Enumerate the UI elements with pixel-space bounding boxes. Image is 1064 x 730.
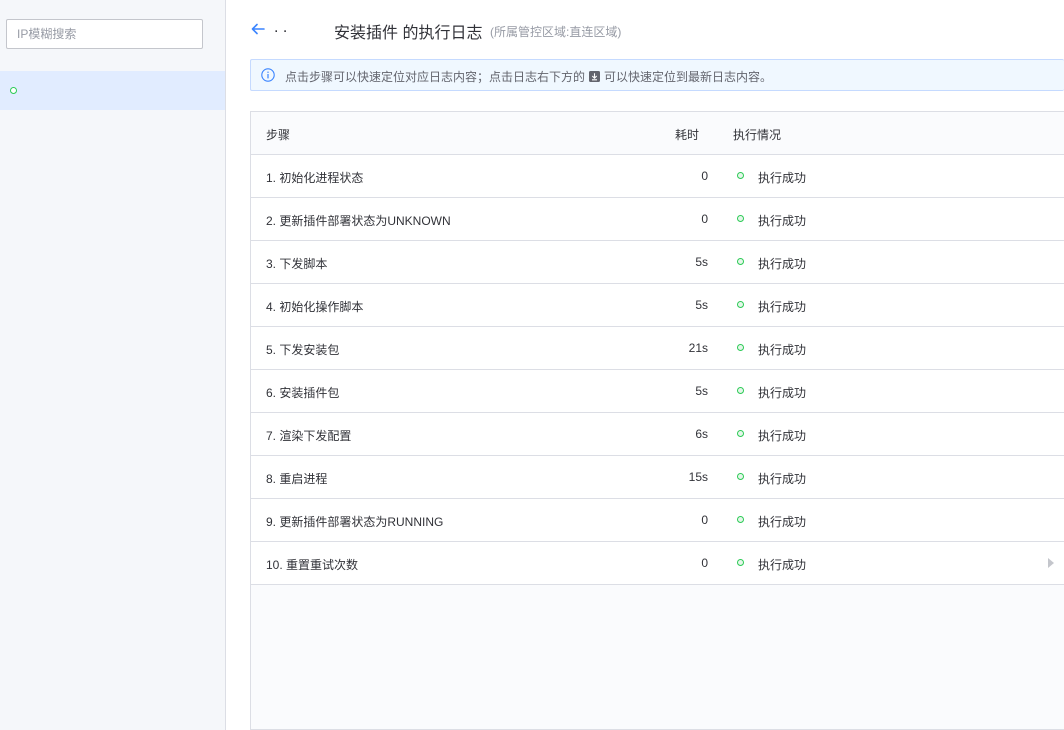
column-header-time: 耗时 (675, 128, 700, 142)
steps-table: 步骤 耗时 执行情况 1. 初始化进程状态 0 执行成功 2. 更新插件部署状态… (250, 111, 1064, 730)
step-cell: 8. 重启进程 (266, 472, 328, 486)
status-cell: 执行成功 (758, 472, 807, 486)
success-status-icon (737, 301, 744, 308)
time-cell: 5s (695, 255, 708, 269)
column-header-step: 步骤 (266, 128, 291, 142)
step-cell: 3. 下发脚本 (266, 257, 328, 271)
status-cell: 执行成功 (758, 343, 807, 357)
time-cell: 0 (701, 513, 708, 527)
step-cell: 2. 更新插件部署状态为UNKNOWN (266, 214, 451, 228)
step-cell: 9. 更新插件部署状态为RUNNING (266, 515, 444, 529)
success-status-icon (737, 172, 744, 179)
success-status-icon (737, 258, 744, 265)
status-cell: 执行成功 (758, 558, 807, 572)
column-header-status: 执行情况 (733, 128, 782, 142)
success-status-icon (737, 516, 744, 523)
status-cell: 执行成功 (758, 171, 807, 185)
sidebar-host-item[interactable] (0, 71, 225, 110)
table-row[interactable]: 2. 更新插件部署状态为UNKNOWN 0 执行成功 (251, 198, 1064, 241)
success-status-icon (737, 344, 744, 351)
step-cell: 4. 初始化操作脚本 (266, 300, 364, 314)
info-text: 点击步骤可以快速定位对应日志内容；点击日志右下方的 可以快速定位到最新日志内容。 (285, 68, 772, 85)
back-arrow-icon[interactable] (250, 21, 266, 37)
page-title: 安装插件 的执行日志 (334, 25, 483, 42)
table-row[interactable]: 9. 更新插件部署状态为RUNNING 0 执行成功 (251, 499, 1064, 542)
step-cell: 5. 下发安装包 (266, 343, 340, 357)
ip-search-input[interactable] (6, 19, 203, 49)
expand-arrow-icon[interactable] (1048, 558, 1054, 568)
page-subtitle: (所属管控区域:直连区域) (490, 25, 622, 39)
sidebar (0, 0, 226, 730)
time-cell: 5s (695, 298, 708, 312)
time-cell: 5s (695, 384, 708, 398)
app-window: . . 安装插件 的执行日志 (所属管控区域:直连区域) 点击步骤可以快速定位对… (0, 0, 1064, 730)
table-row[interactable]: 4. 初始化操作脚本 5s 执行成功 (251, 284, 1064, 327)
info-icon (261, 68, 275, 82)
success-status-icon (737, 559, 744, 566)
step-cell: 1. 初始化进程状态 (266, 171, 364, 185)
table-row[interactable]: 10. 重置重试次数 0 执行成功 (251, 542, 1064, 585)
info-text-after: 可以快速定位到最新日志内容。 (604, 70, 773, 84)
host-ip: . . (274, 19, 288, 36)
status-cell: 执行成功 (758, 214, 807, 228)
host-status-dot (10, 87, 17, 94)
success-status-icon (737, 215, 744, 222)
time-cell: 6s (695, 427, 708, 441)
table-row[interactable]: 1. 初始化进程状态 0 执行成功 (251, 155, 1064, 198)
time-cell: 15s (688, 470, 708, 484)
table-body: 1. 初始化进程状态 0 执行成功 2. 更新插件部署状态为UNKNOWN 0 … (251, 155, 1064, 585)
step-cell: 7. 渲染下发配置 (266, 429, 352, 443)
table-row[interactable]: 8. 重启进程 15s 执行成功 (251, 456, 1064, 499)
status-cell: 执行成功 (758, 300, 807, 314)
table-row[interactable]: 6. 安装插件包 5s 执行成功 (251, 370, 1064, 413)
time-cell: 21s (688, 341, 708, 355)
step-cell: 10. 重置重试次数 (266, 558, 359, 572)
time-cell: 0 (701, 556, 708, 570)
status-cell: 执行成功 (758, 257, 807, 271)
info-text-before: 点击步骤可以快速定位对应日志内容；点击日志右下方的 (285, 70, 586, 84)
table-row[interactable]: 5. 下发安装包 21s 执行成功 (251, 327, 1064, 370)
info-banner: 点击步骤可以快速定位对应日志内容；点击日志右下方的 可以快速定位到最新日志内容。 (250, 59, 1064, 91)
table-header: 步骤 耗时 执行情况 (251, 112, 1064, 155)
main-content: . . 安装插件 的执行日志 (所属管控区域:直连区域) 点击步骤可以快速定位对… (226, 0, 1064, 730)
success-status-icon (737, 473, 744, 480)
success-status-icon (737, 430, 744, 437)
status-cell: 执行成功 (758, 386, 807, 400)
time-cell: 0 (701, 212, 708, 226)
step-cell: 6. 安装插件包 (266, 386, 340, 400)
success-status-icon (737, 387, 744, 394)
status-cell: 执行成功 (758, 429, 807, 443)
time-cell: 0 (701, 169, 708, 183)
table-row[interactable]: 3. 下发脚本 5s 执行成功 (251, 241, 1064, 284)
status-cell: 执行成功 (758, 515, 807, 529)
table-row[interactable]: 7. 渲染下发配置 6s 执行成功 (251, 413, 1064, 456)
download-latest-icon (589, 71, 601, 82)
